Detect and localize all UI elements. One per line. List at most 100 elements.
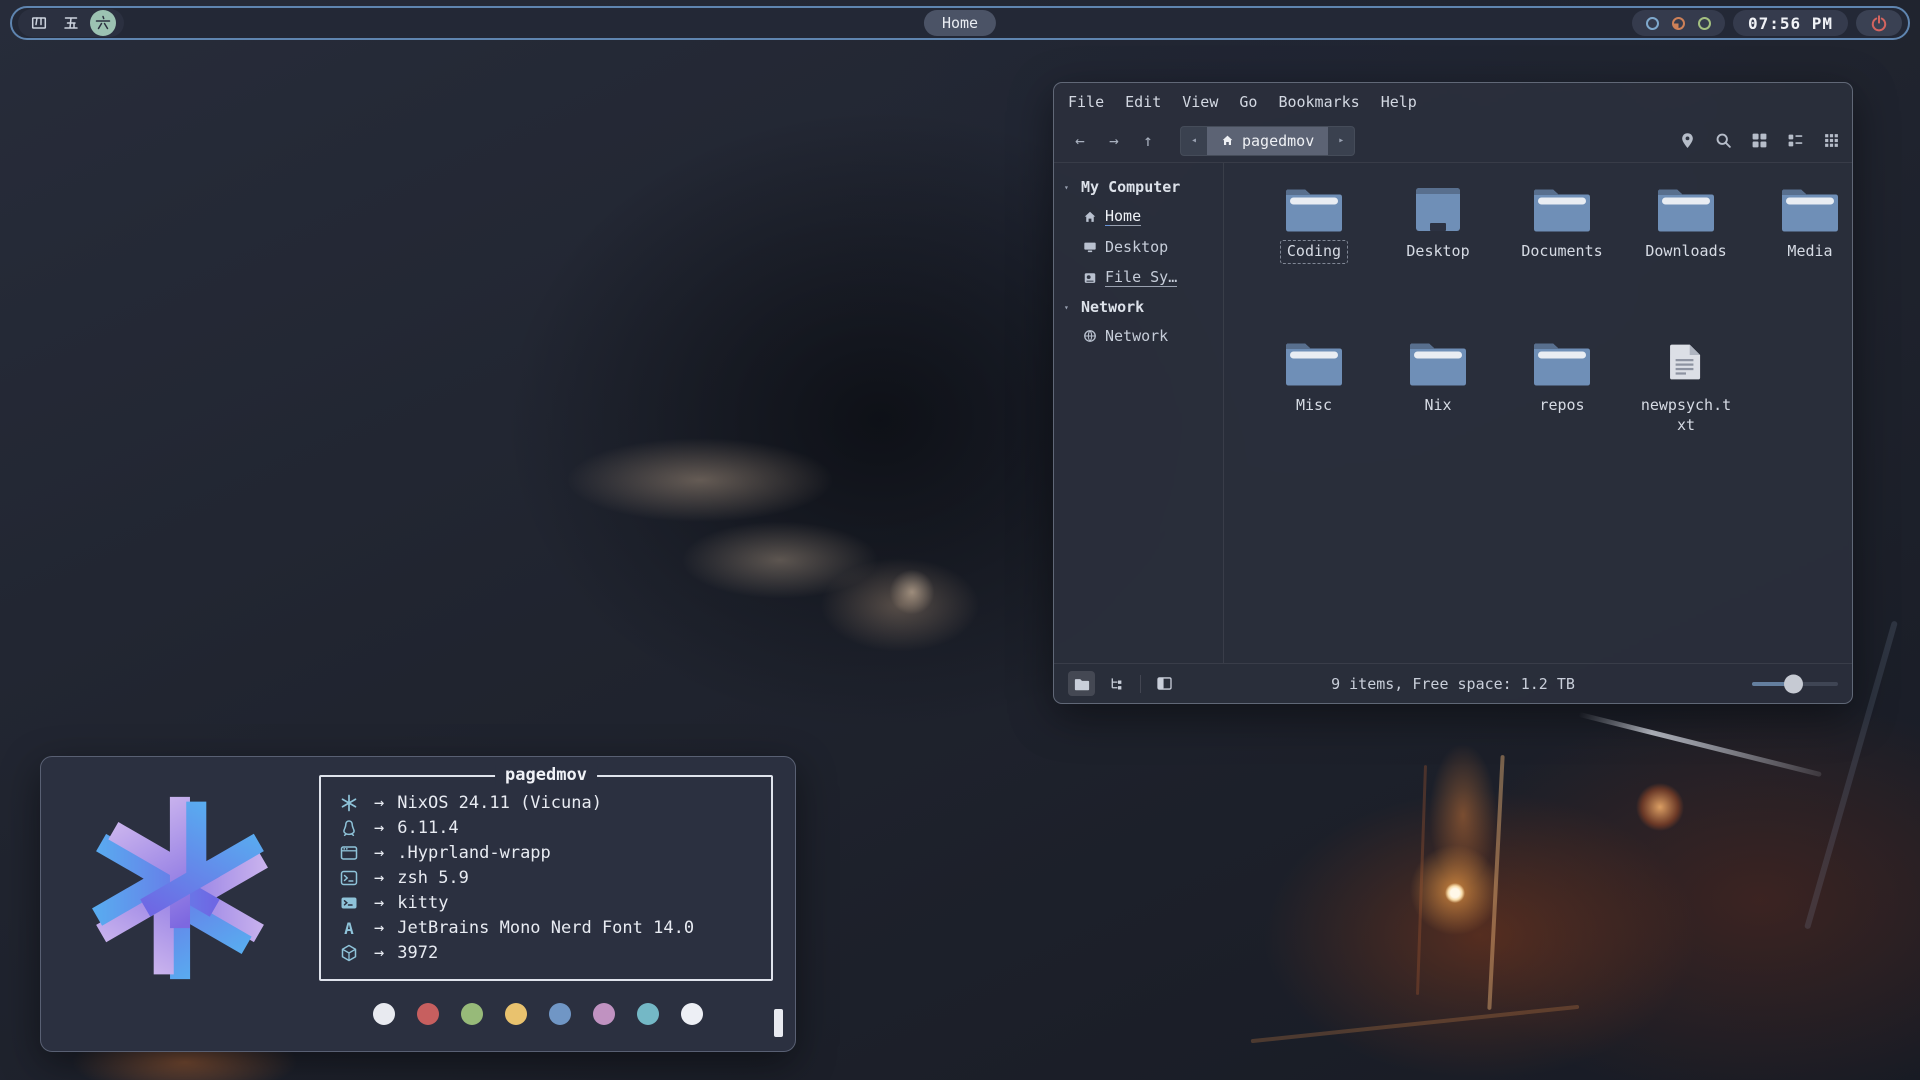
home-icon: [1221, 134, 1234, 147]
home-icon: [1083, 210, 1097, 224]
terminal-color-palette: [373, 1003, 703, 1025]
toolbar: ← → ↑ ◂ pagedmov ▸: [1054, 119, 1852, 163]
chevron-down-icon[interactable]: ▾: [1064, 303, 1074, 312]
system-tray: [1632, 10, 1725, 36]
path-segment-home[interactable]: pagedmov: [1207, 127, 1328, 155]
palette-dot: [417, 1003, 439, 1025]
palette-dot: [637, 1003, 659, 1025]
workspace-5[interactable]: [58, 10, 84, 36]
cursor: [774, 1009, 783, 1037]
light-streak: [1578, 712, 1822, 777]
desktop-folder-icon: [1407, 183, 1469, 233]
chevron-down-icon[interactable]: ▾: [1064, 183, 1074, 192]
file-item-nix[interactable]: Nix: [1379, 337, 1497, 491]
file-item-misc[interactable]: Misc: [1255, 337, 1373, 491]
path-scroll-left-icon[interactable]: ◂: [1181, 127, 1207, 155]
globe-icon: [1083, 329, 1097, 343]
search-icon[interactable]: [1715, 132, 1732, 149]
sidebar-section-network[interactable]: ▾ Network: [1064, 293, 1223, 321]
font-icon: A: [337, 919, 361, 938]
fetch-row-kernel: → 6.11.4: [337, 817, 771, 839]
places-sidebar: ▾ My Computer Home Desktop File Sy… ▾: [1054, 163, 1224, 663]
fetch-terminal-value: kitty: [397, 893, 448, 913]
fetch-arrow: →: [374, 843, 384, 863]
orange-progress-icon[interactable]: [1671, 16, 1686, 31]
fetch-arrow: →: [374, 943, 384, 963]
file-item-downloads[interactable]: Downloads: [1627, 183, 1745, 337]
fetch-row-font: A → JetBrains Mono Nerd Font 14.0: [337, 917, 771, 939]
file-item-repos[interactable]: repos: [1503, 337, 1621, 491]
compact-view-icon[interactable]: [1823, 132, 1840, 149]
power-icon: [1870, 14, 1888, 32]
fetch-row-wm: → .Hyprland-wrapp: [337, 842, 771, 864]
palette-dot: [373, 1003, 395, 1025]
path-scroll-right-icon[interactable]: ▸: [1328, 127, 1354, 155]
folder-icon: [1283, 183, 1345, 233]
palette-dot: [681, 1003, 703, 1025]
fetch-info-panel: pagedmov → NixOS 24.11 (Vicuna) → 6.11.4…: [319, 775, 773, 981]
fetch-row-os: → NixOS 24.11 (Vicuna): [337, 792, 771, 814]
file-item-media[interactable]: Media: [1751, 183, 1853, 337]
fetch-os-value: NixOS 24.11 (Vicuna): [397, 793, 602, 813]
terminal-window[interactable]: pagedmov → NixOS 24.11 (Vicuna) → 6.11.4…: [40, 756, 796, 1052]
sidebar-item-network[interactable]: Network: [1064, 321, 1223, 351]
power-button[interactable]: [1856, 10, 1902, 36]
workspace-4-glyph: [31, 15, 47, 31]
menu-go[interactable]: Go: [1239, 93, 1257, 111]
workspace-4[interactable]: [26, 10, 52, 36]
icon-view-icon[interactable]: [1751, 132, 1768, 149]
file-item-newpsych-txt[interactable]: newpsych.txt: [1627, 337, 1745, 491]
forward-button[interactable]: →: [1100, 127, 1128, 155]
zoom-slider-handle[interactable]: [1784, 674, 1803, 693]
lantern-highlight: [1416, 765, 1427, 995]
active-window-title[interactable]: Home: [924, 10, 996, 36]
sidebar-section-my-computer[interactable]: ▾ My Computer: [1064, 173, 1223, 201]
light-streak: [1251, 1005, 1580, 1043]
palette-dot: [461, 1003, 483, 1025]
path-bar: ◂ pagedmov ▸: [1180, 126, 1355, 156]
menu-file[interactable]: File: [1068, 93, 1104, 111]
file-grid: Coding Desktop Documents Downloads: [1224, 163, 1853, 663]
desktop-icon: [1083, 240, 1097, 254]
file-manager-window: File Edit View Go Bookmarks Help ← → ↑ ◂…: [1053, 82, 1853, 704]
menu-bookmarks[interactable]: Bookmarks: [1278, 93, 1359, 111]
sidebar-item-file-system[interactable]: File Sy…: [1064, 262, 1223, 293]
list-view-icon[interactable]: [1787, 132, 1804, 149]
file-item-documents[interactable]: Documents: [1503, 183, 1621, 337]
sidebar-item-home[interactable]: Home: [1064, 201, 1223, 232]
menu-edit[interactable]: Edit: [1125, 93, 1161, 111]
menu-view[interactable]: View: [1182, 93, 1218, 111]
terminal-icon: [337, 894, 361, 912]
workspace-6-glyph: [95, 15, 111, 31]
fetch-arrow: →: [374, 818, 384, 838]
clock[interactable]: 07:56 PM: [1733, 10, 1848, 36]
places-pane-button[interactable]: [1068, 671, 1095, 696]
up-button[interactable]: ↑: [1134, 127, 1162, 155]
tree-pane-button[interactable]: [1103, 671, 1130, 696]
file-item-coding[interactable]: Coding: [1255, 183, 1373, 337]
menu-bar: File Edit View Go Bookmarks Help: [1054, 83, 1852, 119]
fetch-row-shell: → zsh 5.9: [337, 867, 771, 889]
zoom-slider[interactable]: [1752, 682, 1838, 686]
drive-icon: [1083, 271, 1097, 285]
green-ring-icon[interactable]: [1697, 16, 1712, 31]
menu-help[interactable]: Help: [1381, 93, 1417, 111]
blue-ring-icon[interactable]: [1645, 16, 1660, 31]
status-bar: 9 items, Free space: 1.2 TB: [1054, 663, 1852, 703]
path-segment-label: pagedmov: [1242, 132, 1314, 150]
kernel-icon: [337, 819, 361, 837]
wm-icon: [337, 844, 361, 862]
workspace-6-active[interactable]: [90, 10, 116, 36]
sidebar-item-desktop[interactable]: Desktop: [1064, 232, 1223, 262]
folder-icon: [1779, 183, 1841, 233]
location-pin-icon[interactable]: [1679, 132, 1696, 149]
palette-dot: [505, 1003, 527, 1025]
text-file-icon: [1663, 337, 1709, 387]
folder-icon: [1283, 337, 1345, 387]
file-item-desktop[interactable]: Desktop: [1379, 183, 1497, 337]
back-button[interactable]: ←: [1066, 127, 1094, 155]
fetch-hostname: pagedmov: [495, 765, 597, 785]
folder-icon: [1407, 337, 1469, 387]
toggle-side-pane-button[interactable]: [1151, 671, 1178, 696]
file-manager-body: ▾ My Computer Home Desktop File Sy… ▾: [1054, 163, 1852, 663]
